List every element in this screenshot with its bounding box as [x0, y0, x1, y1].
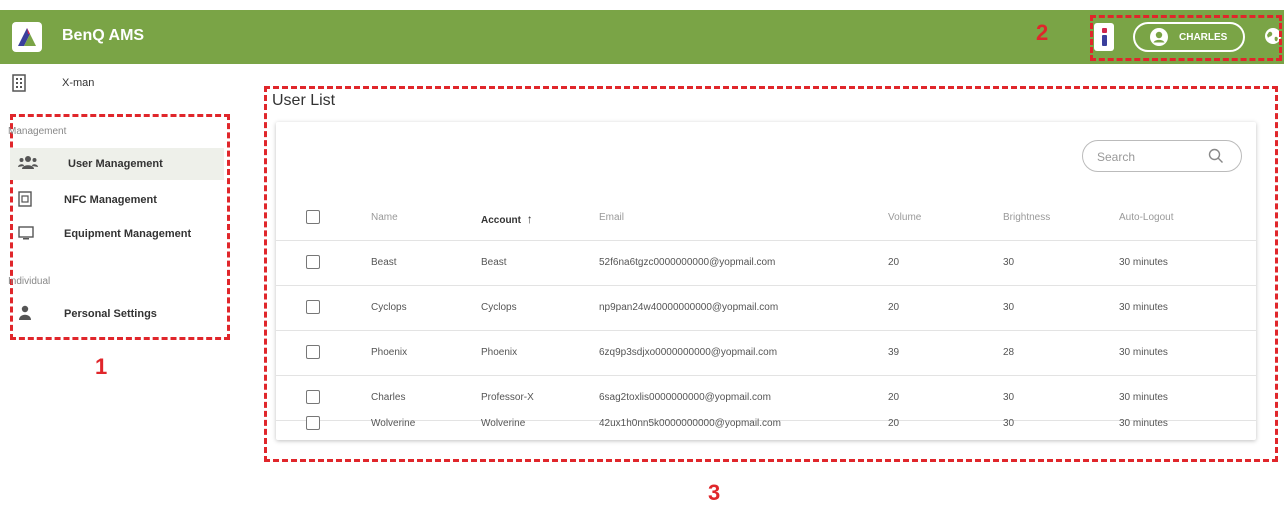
column-header-account-label: Account [481, 215, 521, 226]
users-icon [18, 156, 38, 169]
cell-name: Wolverine [371, 418, 416, 429]
column-header-name[interactable]: Name [371, 212, 398, 223]
cell-volume: 20 [888, 392, 900, 403]
row-checkbox[interactable] [306, 416, 320, 430]
cell-brightness: 30 [1003, 392, 1015, 403]
cell-brightness: 28 [1003, 347, 1015, 358]
organization-selector[interactable]: X-man [12, 74, 94, 97]
column-header-volume[interactable]: Volume [888, 212, 921, 223]
benq-logo-icon[interactable] [12, 22, 42, 52]
row-checkbox[interactable] [306, 255, 320, 269]
cell-brightness: 30 [1003, 257, 1015, 268]
cell-account: Cyclops [481, 302, 517, 313]
table-header-row: Name Account ↑ Email Volume Brightness A… [276, 196, 1256, 241]
cell-name: Beast [371, 257, 397, 268]
column-header-auto-logout[interactable]: Auto-Logout [1119, 212, 1174, 223]
row-checkbox[interactable] [306, 300, 320, 314]
cell-brightness: 30 [1003, 302, 1015, 313]
app-title: BenQ AMS [62, 27, 145, 44]
table-row[interactable]: Beast Beast 52f6na6tgzc0000000000@yopmai… [276, 241, 1256, 286]
column-header-email[interactable]: Email [599, 212, 624, 223]
sidebar-item-label: NFC Management [64, 194, 157, 206]
annotation-box-2 [1090, 15, 1282, 61]
cell-account: Professor-X [481, 392, 534, 403]
search-icon[interactable] [1207, 147, 1225, 165]
cell-name: Charles [371, 392, 406, 403]
cell-brightness: 30 [1003, 418, 1015, 429]
search-input[interactable]: Search [1082, 140, 1242, 172]
table-row[interactable]: Phoenix Phoenix 6zq9p3sdjxo0000000000@yo… [276, 331, 1256, 376]
cell-auto-logout: 30 minutes [1119, 302, 1168, 313]
monitor-icon [18, 226, 34, 240]
cell-auto-logout: 30 minutes [1119, 392, 1168, 403]
sidebar-item-label: Personal Settings [64, 308, 157, 320]
sort-arrow-icon: ↑ [526, 212, 533, 226]
cell-email: 52f6na6tgzc0000000000@yopmail.com [599, 257, 776, 268]
section-label-individual: Individual [8, 276, 51, 287]
table-row[interactable]: Charles Professor-X 6sag2toxlis000000000… [276, 376, 1256, 421]
sidebar-item-label: User Management [68, 158, 163, 170]
column-header-account[interactable]: Account ↑ [481, 212, 533, 226]
cell-volume: 39 [888, 347, 900, 358]
page-title: User List [272, 92, 336, 109]
sidebar-item-label: Equipment Management [64, 228, 192, 240]
sidebar-item-personal-settings[interactable]: Personal Settings [10, 298, 224, 330]
annotation-label-3: 3 [708, 480, 721, 505]
sidebar-item-nfc-management[interactable]: NFC Management [10, 184, 224, 216]
annotation-label-1: 1 [95, 354, 108, 379]
column-header-brightness[interactable]: Brightness [1003, 212, 1050, 223]
person-icon [19, 305, 31, 320]
annotation-label-2: 2 [1036, 20, 1049, 45]
cell-account: Phoenix [481, 347, 518, 358]
search-placeholder: Search [1097, 150, 1136, 164]
sidebar-item-equipment-management[interactable]: Equipment Management [10, 218, 224, 250]
cell-email: 6sag2toxlis0000000000@yopmail.com [599, 392, 771, 403]
cell-auto-logout: 30 minutes [1119, 257, 1168, 268]
building-icon [12, 74, 26, 92]
nfc-card-icon [18, 191, 32, 207]
cell-name: Phoenix [371, 347, 408, 358]
cell-volume: 20 [888, 257, 900, 268]
select-all-checkbox[interactable] [306, 210, 320, 224]
cell-auto-logout: 30 minutes [1119, 418, 1168, 429]
section-label-management: Management [8, 126, 67, 137]
table-row[interactable]: Cyclops Cyclops np9pan24w40000000000@yop… [276, 286, 1256, 331]
cell-email: 6zq9p3sdjxo0000000000@yopmail.com [599, 347, 778, 358]
cell-volume: 20 [888, 418, 900, 429]
user-list-card: Search Name Account ↑ Email Volume Brigh… [276, 122, 1256, 440]
table-row[interactable]: Wolverine Wolverine 42ux1h0nn5k000000000… [276, 416, 1256, 440]
row-checkbox[interactable] [306, 345, 320, 359]
cell-account: Wolverine [481, 418, 526, 429]
sidebar-item-user-management[interactable]: User Management [10, 148, 224, 180]
cell-email: 42ux1h0nn5k0000000000@yopmail.com [599, 418, 781, 429]
cell-auto-logout: 30 minutes [1119, 347, 1168, 358]
row-checkbox[interactable] [306, 390, 320, 404]
cell-name: Cyclops [371, 302, 407, 313]
cell-account: Beast [481, 257, 507, 268]
organization-name: X-man [62, 77, 95, 89]
cell-volume: 20 [888, 302, 900, 313]
cell-email: np9pan24w40000000000@yopmail.com [599, 302, 779, 313]
